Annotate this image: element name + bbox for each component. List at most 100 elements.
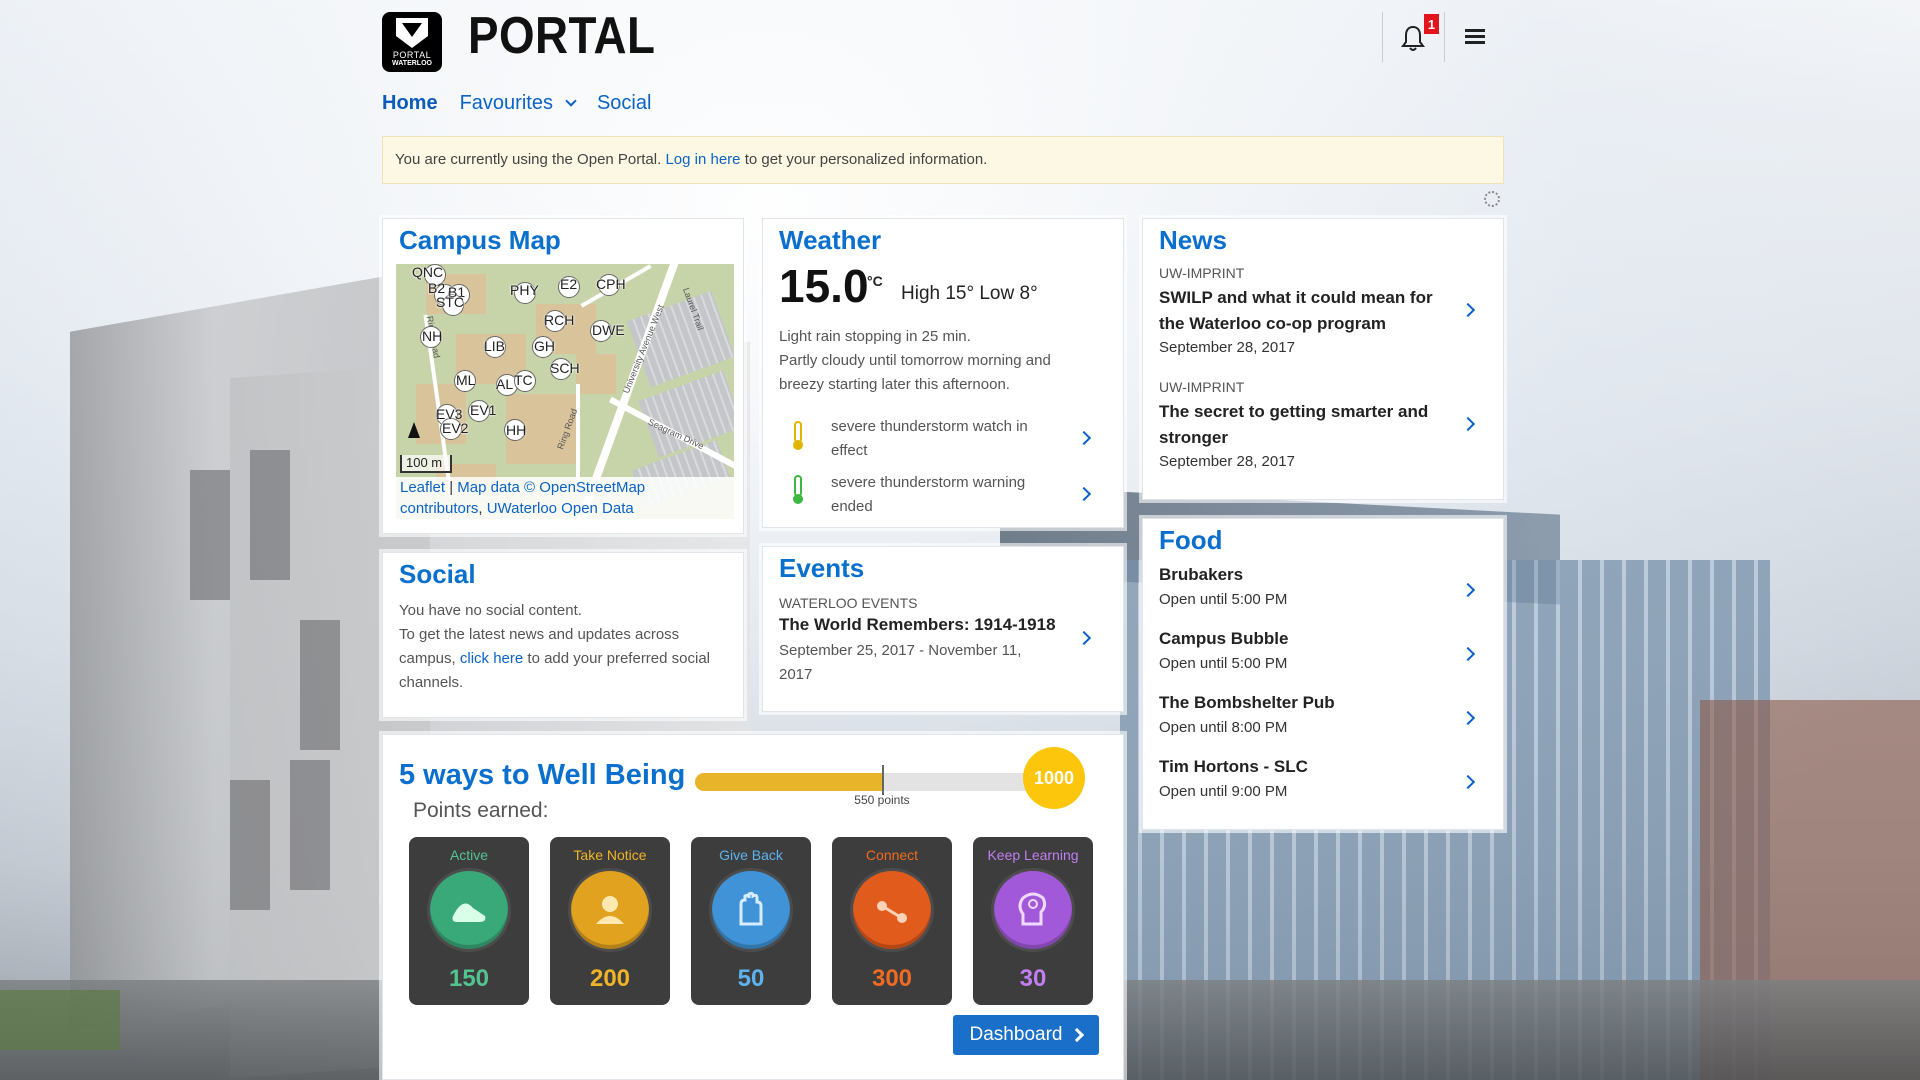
card-title: 5 ways to Well Being	[399, 759, 686, 791]
wellbeing-tile[interactable]: Take Notice 200	[550, 837, 670, 1005]
attrib-sep: |	[449, 479, 454, 496]
chevron-right-icon	[1460, 302, 1476, 318]
wellbeing-tile[interactable]: Connect 300	[832, 837, 952, 1005]
map-pin-label: EV2	[442, 420, 469, 436]
chevron-down-icon	[565, 95, 577, 107]
event-item[interactable]: WATERLOO EVENTS The World Remembers: 191…	[779, 595, 1109, 705]
card-title: Social	[399, 559, 476, 589]
news-item[interactable]: UW-IMPRINT The secret to getting smarter…	[1159, 379, 1489, 479]
bell-icon	[1401, 25, 1425, 51]
food-hours: Open until 5:00 PM	[1159, 655, 1288, 672]
news-card: News UW-IMPRINT SWILP and what it could …	[1142, 218, 1504, 500]
event-name: The World Remembers: 1914-1918	[779, 615, 1056, 634]
news-headline: The secret to getting smarter and strong…	[1159, 402, 1429, 447]
header-divider	[1382, 12, 1383, 62]
thermometer-icon	[793, 475, 803, 504]
card-title: Campus Map	[399, 225, 561, 255]
attrib-text: Map data ©	[457, 479, 536, 496]
map-pin-label: DWE	[592, 322, 625, 338]
food-card: Food Brubakers Open until 5:00 PM Campus…	[1142, 518, 1504, 830]
notice-text: You are currently using the Open Portal.	[395, 151, 662, 168]
nav-favourites-label: Favourites	[459, 92, 553, 114]
chevron-right-icon	[1076, 486, 1092, 502]
map-pin-label: EV1	[470, 402, 497, 418]
wellbeing-tile-label: Give Back	[719, 847, 783, 863]
nav-favourites[interactable]: Favourites	[459, 92, 577, 115]
alert-text: severe thunderstorm watch in effect	[831, 418, 1028, 459]
portal-page: PORTAL WATERLOO PORTAL 1 Home Favourites…	[0, 0, 1920, 1080]
food-item[interactable]: Brubakers Open until 5:00 PM	[1159, 565, 1489, 615]
notifications-button[interactable]	[1400, 24, 1426, 52]
chevron-right-icon	[1076, 430, 1092, 446]
food-name: Campus Bubble	[1159, 629, 1289, 648]
map-pin-label: CPH	[596, 276, 626, 292]
attrib-comma: ,	[478, 500, 483, 517]
wellbeing-category-icon	[853, 871, 931, 949]
map-pin-label: AL	[496, 376, 514, 392]
nav-home[interactable]: Home	[382, 92, 438, 115]
event-dates: September 25, 2017 - November 11, 2017	[779, 642, 1022, 683]
map-pin-label: STC	[436, 294, 464, 310]
map-pin-label: ML	[456, 372, 476, 388]
event-source: WATERLOO EVENTS	[779, 595, 918, 611]
food-item[interactable]: Campus Bubble Open until 5:00 PM	[1159, 629, 1489, 679]
news-item[interactable]: UW-IMPRINT SWILP and what it could mean …	[1159, 265, 1489, 365]
notification-count-badge: 1	[1424, 14, 1439, 34]
food-hours: Open until 8:00 PM	[1159, 719, 1288, 736]
portal-logo[interactable]: PORTAL WATERLOO	[382, 12, 442, 72]
weather-card: Weather 15.0 °C High 15° Low 8° Light ra…	[762, 218, 1124, 528]
wellbeing-tile-label: Keep Learning	[987, 847, 1079, 863]
campus-map[interactable]: Ring Road University Avenue West Ring Ro…	[396, 264, 734, 519]
wellbeing-tile[interactable]: Active 150	[409, 837, 529, 1005]
food-item[interactable]: The Bombshelter Pub Open until 8:00 PM	[1159, 693, 1489, 743]
dashboard-button[interactable]: Dashboard	[953, 1015, 1099, 1055]
wellbeing-tile[interactable]: Give Back 50	[691, 837, 811, 1005]
card-title: Events	[779, 553, 865, 583]
map-pin-label: PHY	[510, 282, 539, 298]
map-pin-label: NH	[422, 328, 443, 344]
food-item[interactable]: Tim Hortons - SLC Open until 9:00 PM	[1159, 757, 1489, 807]
map-pin-label: GH	[534, 338, 555, 354]
uw-open-data-link[interactable]: UWaterloo Open Data	[487, 500, 634, 517]
login-link[interactable]: Log in here	[665, 151, 740, 168]
progress-marker	[882, 765, 884, 795]
hamburger-menu-icon[interactable]	[1465, 29, 1485, 45]
card-title: Food	[1159, 525, 1223, 555]
wellbeing-tile-label: Active	[449, 847, 489, 863]
weather-alert[interactable]: severe thunderstorm warning ended	[779, 463, 1109, 515]
thermometer-icon	[793, 421, 803, 450]
wellbeing-tile-value: 300	[871, 965, 913, 992]
news-date: September 28, 2017	[1159, 453, 1295, 470]
news-date: September 28, 2017	[1159, 339, 1295, 356]
food-name: Tim Hortons - SLC	[1159, 757, 1308, 776]
campus-map-card: Campus Map Ring Road University Avenue W…	[382, 218, 744, 534]
dashboard-button-label: Dashboard	[969, 1024, 1063, 1045]
click-here-link[interactable]: click here	[460, 650, 523, 667]
page-title: PORTAL	[468, 7, 656, 65]
map-scale: 100 m	[400, 455, 452, 473]
map-pin-label: HH	[506, 422, 527, 438]
social-line: To get the latest news and updates acros…	[399, 623, 729, 695]
leaflet-link[interactable]: Leaflet	[400, 479, 445, 496]
map-pin-label: SCH	[550, 360, 580, 376]
wellbeing-tile[interactable]: Keep Learning 30	[973, 837, 1093, 1005]
food-hours: Open until 9:00 PM	[1159, 783, 1288, 800]
weather-description: Light rain stopping in 25 min. Partly cl…	[779, 325, 1099, 397]
events-card: Events WATERLOO EVENTS The World Remembe…	[762, 546, 1124, 712]
main-nav: Home Favourites Social	[382, 92, 651, 115]
waterloo-shield-icon	[396, 18, 428, 48]
chevron-right-icon	[1070, 1027, 1085, 1043]
news-source: UW-IMPRINT	[1159, 265, 1245, 281]
food-name: Brubakers	[1159, 565, 1244, 584]
weather-alert[interactable]: severe thunderstorm watch in effect	[779, 409, 1109, 459]
map-pin-label: TC	[514, 372, 533, 388]
progress-points-label: 550 points	[854, 793, 910, 807]
map-pin-label: RCH	[544, 312, 575, 328]
nav-social[interactable]: Social	[597, 92, 651, 115]
wellbeing-tile-value: 200	[589, 965, 631, 992]
open-portal-notice: You are currently using the Open Portal.…	[382, 136, 1504, 184]
weather-desc-line: Light rain stopping in 25 min.	[779, 328, 971, 345]
wellbeing-category-icon	[712, 871, 790, 949]
logo-text-portal: PORTAL	[392, 50, 432, 60]
wellbeing-card: 5 ways to Well Being Points earned: 550 …	[382, 734, 1124, 1080]
